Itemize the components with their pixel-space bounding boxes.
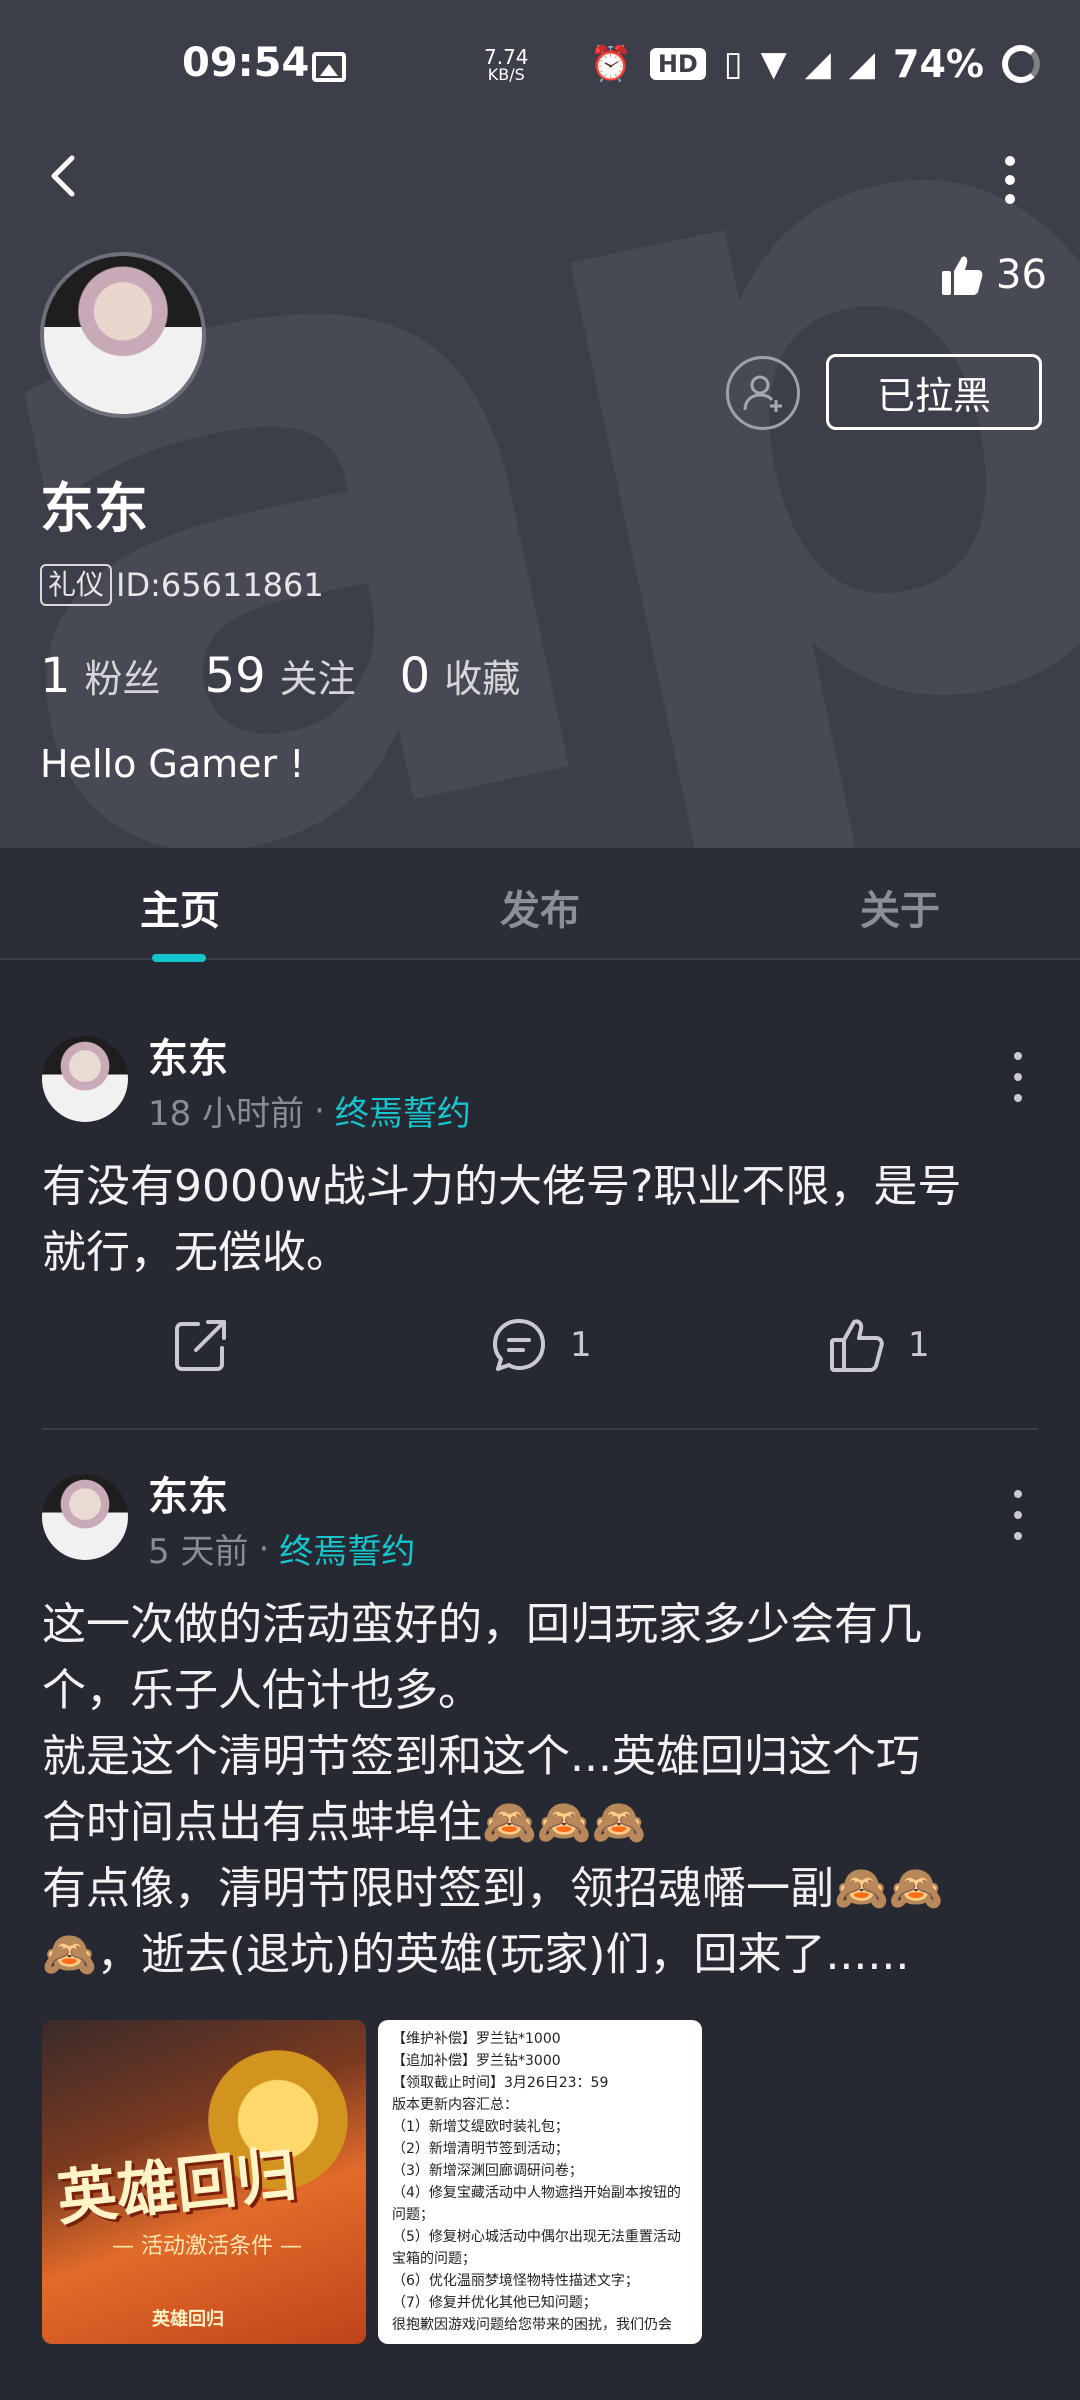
battery-icon (1002, 45, 1040, 83)
battery-percent: 74% (893, 42, 984, 86)
post-actions: 1 1 (0, 1316, 1080, 1396)
following-stat[interactable]: 59 关注 (205, 648, 356, 704)
profile-like-count[interactable]: 36 (940, 252, 1047, 298)
post-image-patch-notes[interactable]: 【维护补偿】罗兰钻*1000 【追加补偿】罗兰钻*3000 【领取截止时间】3月… (378, 2020, 702, 2344)
profile-header: app 09:54 7.74 KB/S ⏰ HD ▯ ▼ ◢ ◢ 74% 36 … (0, 0, 1080, 848)
active-tab-indicator (152, 954, 206, 962)
post-author-name[interactable]: 东东 (148, 1464, 228, 1522)
post-group-link[interactable]: 终焉誓约 (279, 1524, 415, 1573)
more-dot-icon (1014, 1490, 1022, 1498)
post-more-button[interactable] (1008, 1490, 1028, 1540)
blocked-button[interactable]: 已拉黑 (826, 354, 1042, 430)
signal-5g-icon: ◢ (848, 44, 876, 84)
profile-avatar[interactable] (40, 252, 206, 418)
like-count: 1 (908, 1325, 930, 1365)
followers-label: 粉丝 (84, 657, 161, 701)
post-more-button[interactable] (1008, 1052, 1028, 1102)
followers-stat[interactable]: 1 粉丝 (40, 648, 161, 704)
thumbs-up-icon (942, 256, 983, 295)
followers-count: 1 (40, 648, 71, 704)
back-button[interactable] (36, 146, 96, 206)
share-button[interactable] (172, 1316, 230, 1374)
post-time: 5 天前 (148, 1532, 249, 1572)
following-count: 59 (204, 648, 266, 704)
profile-tabs: 主页 发布 关于 (0, 848, 1080, 960)
more-dot-icon (1014, 1532, 1022, 1540)
status-time: 09:54 (182, 40, 310, 86)
more-dot-icon (1014, 1052, 1022, 1060)
post-meta: 5 天前 · 终焉誓约 (148, 1524, 415, 1573)
tab-posts[interactable]: 发布 (500, 878, 580, 936)
profile-id: ID:65611861 (116, 566, 324, 604)
favorites-count: 0 (399, 648, 431, 704)
alarm-icon: ⏰ (589, 44, 632, 84)
add-user-icon (743, 375, 782, 412)
more-dot-icon (1005, 175, 1015, 185)
profile-name: 东东 (40, 477, 148, 540)
profile-stats: 1 粉丝 59 关注 0 收藏 (40, 648, 564, 704)
more-dot-icon (1014, 1073, 1022, 1081)
favorites-label: 收藏 (444, 657, 521, 701)
post-author-name[interactable]: 东东 (148, 1026, 228, 1084)
comment-count: 1 (570, 1325, 592, 1365)
post-divider (42, 1428, 1038, 1430)
profile-bio: Hello Gamer ! (40, 742, 305, 786)
post-time: 18 小时前 (148, 1094, 305, 1134)
add-friend-button[interactable] (726, 356, 800, 430)
signal-4g-icon: ◢ (804, 44, 831, 84)
network-speed-value: 7.74 (484, 45, 529, 69)
post-group-link[interactable]: 终焉誓约 (335, 1086, 471, 1135)
profile-id-row: 礼仪 ID:65611861 (40, 564, 324, 606)
comment-icon (493, 1319, 545, 1371)
poster-footer: 英雄回归 (152, 2309, 224, 2330)
more-dot-icon (1005, 194, 1015, 204)
more-dot-icon (1014, 1094, 1022, 1102)
like-button[interactable]: 1 (828, 1316, 930, 1374)
meta-separator: · (258, 1528, 270, 1569)
favorites-stat[interactable]: 0 收藏 (400, 648, 521, 704)
post-meta: 18 小时前 · 终焉誓约 (148, 1086, 471, 1135)
more-dot-icon (1014, 1511, 1022, 1519)
comment-button[interactable]: 1 (490, 1316, 592, 1374)
more-dot-icon (1005, 156, 1015, 166)
gallery-notification-icon (312, 52, 346, 82)
following-label: 关注 (279, 657, 356, 701)
meta-separator: · (314, 1090, 325, 1131)
post-image-event-poster[interactable]: 英雄回归 — 活动激活条件 — 英雄回归 (42, 2020, 366, 2344)
etiquette-badge[interactable]: 礼仪 (40, 564, 113, 606)
share-icon (175, 1320, 226, 1371)
tab-about[interactable]: 关于 (860, 878, 940, 936)
thumbs-up-icon (830, 1319, 884, 1372)
hd-icon: HD (649, 48, 706, 80)
post-author-avatar[interactable] (42, 1036, 128, 1122)
post-body[interactable]: 有没有9000w战斗力的大佬号?职业不限，是号 就行，无偿收。 (42, 1154, 1042, 1286)
status-bar: 09:54 7.74 KB/S ⏰ HD ▯ ▼ ◢ ◢ 74% (0, 0, 1080, 136)
vibrate-icon: ▯ (723, 44, 743, 84)
post-body[interactable]: 这一次做的活动蛮好的，回归玩家多少会有几 个，乐子人估计也多。 就是这个清明节签… (42, 1592, 1042, 1988)
post-author-avatar[interactable] (42, 1474, 128, 1560)
wifi-icon: ▼ (760, 44, 787, 84)
network-speed-unit: KB/S (487, 65, 525, 84)
more-options-button[interactable] (990, 150, 1030, 210)
poster-subtitle: — 活动激活条件 — (112, 2234, 302, 2259)
status-icons: ⏰ HD ▯ ▼ ◢ ◢ 74% (589, 42, 1040, 86)
tab-home[interactable]: 主页 (140, 878, 220, 936)
profile-like-number: 36 (996, 252, 1047, 298)
network-speed: 7.74 KB/S (484, 45, 529, 84)
poster-title: 英雄回归 (53, 2139, 300, 2235)
chevron-left-icon (51, 155, 75, 197)
